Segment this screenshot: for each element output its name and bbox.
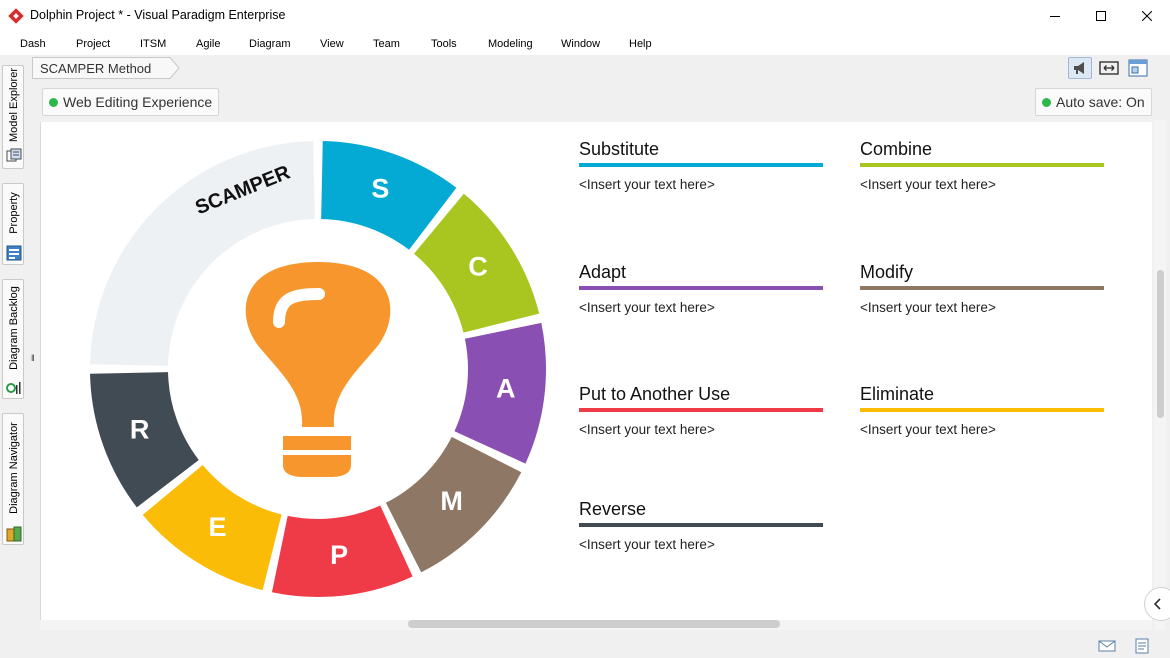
splitter-grip[interactable]: ‖ — [31, 353, 35, 363]
block-underline — [860, 408, 1104, 412]
chevron-left-icon — [1153, 598, 1161, 610]
block-title: Eliminate — [860, 384, 935, 404]
segment-letter-c: C — [468, 252, 488, 282]
fit-to-window-icon — [1099, 61, 1119, 75]
dock-tab-label: Diagram Backlog — [3, 280, 25, 376]
status-dot-icon — [1042, 97, 1051, 107]
block-underline — [579, 408, 823, 412]
app-logo-icon — [8, 8, 24, 24]
menu-team[interactable]: Team — [373, 38, 400, 50]
mail-icon[interactable] — [1098, 638, 1116, 654]
collapse-panel-button[interactable] — [1144, 587, 1170, 621]
dock-tab-label-text: Diagram Navigator — [8, 422, 21, 514]
fit-to-window-button[interactable] — [1097, 57, 1121, 79]
block-title: Adapt — [579, 262, 627, 282]
diagram-layout-button[interactable] — [1126, 57, 1150, 79]
status-bar — [0, 630, 1170, 658]
diagram-navigator-icon — [6, 526, 22, 542]
menu-project[interactable]: Project — [76, 38, 110, 50]
minimize-button[interactable] — [1032, 0, 1078, 32]
block-title: Put to Another Use — [579, 384, 731, 404]
block-reverse[interactable]: Reverse <Insert your text here> — [579, 499, 823, 552]
dock-tab-diagram-navigator[interactable]: Diagram Navigator — [2, 413, 24, 545]
menu-window[interactable]: Window — [561, 38, 600, 50]
segment-letter-s: S — [371, 174, 389, 204]
dock-tab-model-explorer[interactable]: Model Explorer — [2, 65, 24, 169]
app-window: Dolphin Project * - Visual Paradigm Ente… — [0, 0, 1170, 658]
vertical-scrollbar[interactable] — [1157, 270, 1164, 418]
menu-view[interactable]: View — [320, 38, 344, 50]
announcement-icon — [1074, 62, 1084, 74]
block-title: Reverse — [579, 499, 647, 519]
block-body[interactable]: <Insert your text here> — [579, 537, 823, 552]
diagram-backlog-icon — [6, 382, 21, 394]
window-title: Dolphin Project * - Visual Paradigm Ente… — [30, 8, 286, 22]
menu-modeling[interactable]: Modeling — [488, 38, 533, 50]
block-eliminate[interactable]: Eliminate <Insert your text here> — [860, 384, 1104, 437]
block-body[interactable]: <Insert your text here> — [579, 422, 823, 437]
segment-letter-a: A — [496, 373, 516, 403]
dock-tab-diagram-backlog[interactable]: Diagram Backlog — [2, 279, 24, 399]
block-substitute[interactable]: Substitute <Insert your text here> — [579, 139, 823, 192]
web-editing-label: Web Editing Experience — [63, 94, 213, 110]
block-title: Modify — [860, 262, 914, 282]
block-body[interactable]: <Insert your text here> — [579, 300, 823, 315]
dock-tab-label-text: Diagram Backlog — [8, 286, 21, 370]
block-underline — [579, 286, 823, 290]
announcement-button[interactable] — [1068, 57, 1092, 79]
web-editing-status[interactable]: Web Editing Experience — [42, 88, 220, 116]
notes-icon[interactable] — [1133, 638, 1151, 654]
block-underline — [860, 163, 1104, 167]
block-title: Substitute — [579, 139, 660, 159]
segment-letter-p: P — [330, 540, 348, 570]
breadcrumb-label: SCAMPER Method — [40, 61, 152, 76]
block-title: Combine — [860, 139, 933, 159]
close-button[interactable] — [1124, 0, 1170, 32]
dock-tab-label-text: Property — [8, 192, 21, 234]
property-icon — [6, 245, 22, 261]
scamper-wheel[interactable]: SCAMPER SCAMPER — [40, 122, 560, 620]
lightbulb-icon — [245, 262, 391, 477]
block-adapt[interactable]: Adapt <Insert your text here> — [579, 262, 823, 315]
menu-dash[interactable]: Dash — [20, 38, 46, 50]
status-dot-icon — [49, 97, 58, 107]
block-body[interactable]: <Insert your text here> — [860, 422, 1104, 437]
block-put-to-another-use[interactable]: Put to Another Use <Insert your text her… — [579, 384, 823, 437]
dock-tab-property[interactable]: Property — [2, 183, 24, 265]
dock-tab-label-text: Model Explorer — [8, 68, 21, 142]
maximize-button[interactable] — [1078, 0, 1124, 32]
left-dock: Model Explorer Property Diagram Backlog … — [0, 55, 28, 658]
segment-letter-m: M — [440, 486, 463, 516]
horizontal-scrollbar[interactable] — [408, 620, 780, 628]
menu-agile[interactable]: Agile — [196, 38, 220, 50]
diagram-layout-icon — [1128, 59, 1148, 77]
title-bar: Dolphin Project * - Visual Paradigm Ente… — [0, 0, 1170, 32]
dock-tab-label: Property — [3, 184, 25, 242]
block-underline — [579, 523, 823, 527]
maximize-icon — [1096, 11, 1106, 21]
menu-tools[interactable]: Tools — [431, 38, 457, 50]
block-body[interactable]: <Insert your text here> — [860, 300, 1104, 315]
autosave-status[interactable]: Auto save: On — [1035, 88, 1152, 116]
menu-help[interactable]: Help — [629, 38, 652, 50]
block-underline — [860, 286, 1104, 290]
close-icon — [1142, 11, 1152, 21]
block-modify[interactable]: Modify <Insert your text here> — [860, 262, 1104, 315]
block-underline — [579, 163, 823, 167]
dock-tab-label: Model Explorer — [3, 66, 25, 144]
block-body[interactable]: <Insert your text here> — [860, 177, 1104, 192]
autosave-label: Auto save: On — [1056, 94, 1145, 110]
minimize-icon — [1050, 16, 1060, 17]
menu-itsm[interactable]: ITSM — [140, 38, 166, 50]
segment-letter-e: E — [208, 512, 226, 542]
menu-diagram[interactable]: Diagram — [249, 38, 291, 50]
block-combine[interactable]: Combine <Insert your text here> — [860, 139, 1104, 192]
segment-letter-r: R — [130, 415, 150, 445]
block-body[interactable]: <Insert your text here> — [579, 177, 823, 192]
dock-tab-label: Diagram Navigator — [3, 414, 25, 522]
menu-bar: Dash Project ITSM Agile Diagram View Tea… — [0, 32, 1170, 55]
model-explorer-icon — [6, 148, 22, 162]
